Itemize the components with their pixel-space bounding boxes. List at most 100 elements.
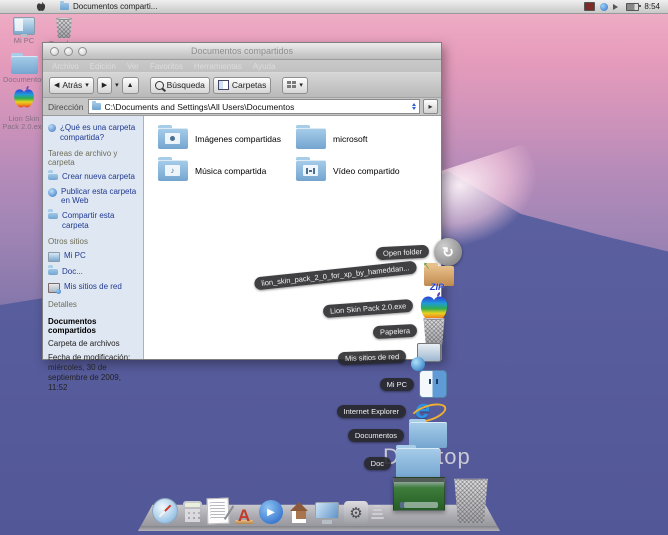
menubar-clock[interactable]: 8:54: [644, 2, 660, 11]
details-header: Detalles: [48, 300, 138, 309]
forward-button[interactable]: ▶: [97, 77, 112, 94]
fan-label: Lion Skin Pack 2.0.exe: [322, 298, 413, 317]
folder-icon: [409, 422, 447, 448]
network-globe-icon[interactable]: [600, 3, 608, 11]
window-menu-bar: Archivo Edición Ver Favoritos Herramient…: [43, 60, 441, 72]
place-mi-pc[interactable]: Mi PC: [48, 251, 138, 262]
file-label: Vídeo compartido: [333, 166, 400, 176]
fan-label: Internet Explorer: [337, 405, 406, 418]
menu-ver[interactable]: Ver: [127, 62, 139, 71]
fan-item-papelera[interactable]: Papelera: [373, 317, 446, 345]
place-label: Mis sitios de red: [64, 282, 122, 292]
folder-icon: [396, 448, 440, 478]
quicktime-icon[interactable]: ▶: [259, 500, 283, 524]
a-tool-icon[interactable]: A: [234, 502, 254, 524]
desktop-icon-documentos[interactable]: Documentos: [1, 53, 47, 85]
views-grid-icon: [287, 81, 296, 89]
search-label: Búsqueda: [167, 80, 205, 90]
views-button[interactable]: ▾: [282, 77, 308, 94]
computer-icon: [48, 252, 60, 262]
task-share-folder[interactable]: Compartir esta carpeta: [48, 211, 138, 230]
desktop-icon-label: Documentos: [1, 76, 47, 85]
dock-trash-icon[interactable]: [452, 477, 490, 523]
safari-icon[interactable]: [152, 498, 178, 524]
folder-icon: [296, 128, 326, 149]
fan-item-doc[interactable]: Doc: [364, 448, 440, 478]
address-dropdown-icon[interactable]: [412, 101, 416, 112]
up-arrow-icon: ▲: [127, 82, 134, 89]
up-button[interactable]: ▲: [122, 77, 139, 94]
calculator-icon[interactable]: [183, 501, 202, 524]
folders-pane-icon: [218, 80, 229, 90]
system-preferences-icon[interactable]: ⚙: [344, 501, 368, 524]
task-label: Compartir esta carpeta: [62, 211, 138, 230]
fan-item-mis-sitios-de-red[interactable]: Mis sitios de red: [338, 343, 441, 371]
file-label: Música compartida: [195, 166, 266, 176]
place-doc[interactable]: Doc...: [48, 267, 138, 277]
desktop-icon-lion-skin-pack[interactable]: Lion Skin Pack 2.0.exe: [1, 86, 47, 132]
address-path: C:\Documents and Settings\All Users\Docu…: [104, 102, 294, 112]
file-microsoft[interactable]: microsoft: [296, 128, 367, 149]
back-arrow-icon: ◀: [54, 81, 59, 89]
address-input[interactable]: C:\Documents and Settings\All Users\Docu…: [88, 99, 420, 114]
file-musica-compartida[interactable]: ♪ Música compartida: [158, 160, 266, 181]
folders-button[interactable]: Carpetas: [213, 77, 272, 94]
file-label: Imágenes compartidas: [195, 134, 281, 144]
forward-dropdown-icon[interactable]: ▾: [115, 81, 119, 89]
task-new-folder[interactable]: Crear nueva carpeta: [48, 172, 138, 182]
search-button[interactable]: Búsqueda: [150, 77, 210, 94]
menu-archivo[interactable]: Archivo: [52, 62, 79, 71]
fan-item-zip[interactable]: lion_skin_pack_2_0_for_xp_by_hameddan...…: [254, 260, 456, 290]
dock-picture-thumbnail[interactable]: [393, 477, 445, 511]
active-app-title[interactable]: Documentos comparti...: [73, 2, 157, 11]
back-button[interactable]: ◀ Atrás ▾: [49, 77, 94, 94]
toolbar: ◀ Atrás ▾ ▶ ▾ ▲ Búsqueda Carpetas ▾: [43, 72, 441, 98]
go-button[interactable]: ▸: [423, 99, 438, 114]
volume-icon[interactable]: [613, 4, 621, 10]
home-icon[interactable]: [288, 502, 310, 524]
forward-arrow-icon: ▶: [102, 81, 107, 89]
apple-menu-icon[interactable]: [36, 2, 46, 12]
address-label: Dirección: [46, 102, 85, 112]
display-icon[interactable]: [315, 502, 339, 524]
textedit-icon[interactable]: [207, 498, 230, 525]
menu-herramientas[interactable]: Herramientas: [194, 62, 242, 71]
dock: A ▶ ⚙: [152, 492, 388, 524]
dock-separator: [371, 505, 384, 519]
task-publish-web[interactable]: Publicar esta carpeta en Web: [48, 187, 138, 206]
fan-label: Doc: [364, 457, 391, 470]
address-folder-icon: [92, 103, 101, 110]
file-label: microsoft: [333, 134, 367, 144]
fan-label: Papelera: [373, 323, 418, 338]
help-link[interactable]: ¿Qué es una carpeta compartida?: [48, 123, 138, 142]
menu-ayuda[interactable]: Ayuda: [253, 62, 276, 71]
task-label: Crear nueva carpeta: [62, 172, 135, 182]
menu-edicion[interactable]: Edición: [90, 62, 116, 71]
file-video-compartido[interactable]: Vídeo compartido: [296, 160, 400, 181]
trash-icon: [422, 317, 446, 345]
tasks-header: Tareas de archivo y carpeta: [48, 149, 138, 167]
fan-item-mi-pc[interactable]: Mi PC: [380, 370, 447, 398]
zip-archive-icon: ↑ZIP: [422, 260, 456, 290]
folder-images-icon: [158, 128, 188, 149]
display-status-icon[interactable]: [584, 2, 595, 11]
file-imagenes-compartidas[interactable]: Imágenes compartidas: [158, 128, 281, 149]
trash-icon: [55, 17, 73, 38]
place-label: Mi PC: [64, 251, 86, 261]
folder-music-icon: ♪: [158, 160, 188, 181]
address-bar: Dirección C:\Documents and Settings\All …: [43, 98, 441, 116]
details-folder-type: Carpeta de archivos: [48, 339, 138, 348]
back-label: Atrás: [62, 80, 82, 90]
place-network[interactable]: Mis sitios de red: [48, 282, 138, 293]
window-title: Documentos compartidos: [43, 46, 441, 56]
task-label: Publicar esta carpeta en Web: [61, 187, 138, 206]
details-modified-date: Fecha de modificación: miércoles, 30 de …: [48, 353, 138, 393]
places-header: Otros sitios: [48, 237, 138, 246]
active-app-folder-icon: [60, 3, 69, 10]
network-places-icon: [411, 343, 441, 371]
title-bar[interactable]: Documentos compartidos: [43, 43, 441, 60]
menu-favoritos[interactable]: Favoritos: [150, 62, 183, 71]
battery-icon[interactable]: [626, 3, 639, 11]
back-dropdown-icon[interactable]: ▾: [85, 81, 89, 89]
details-folder-name: Documentos compartidos: [48, 317, 138, 335]
